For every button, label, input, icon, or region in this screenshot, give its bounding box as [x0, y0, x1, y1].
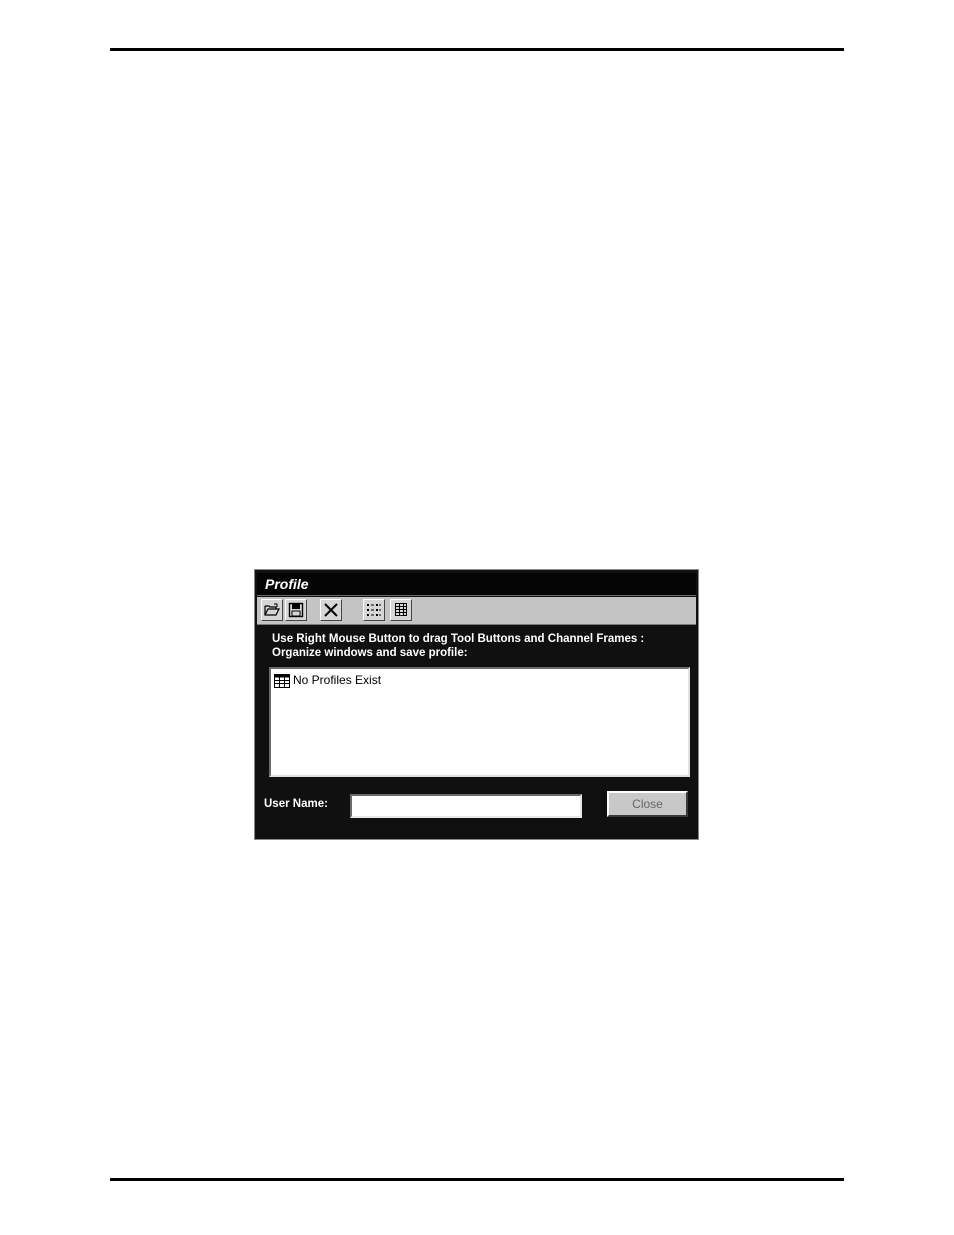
- list-item-label: No Profiles Exist: [293, 673, 382, 687]
- user-name-input[interactable]: [350, 794, 582, 818]
- footer-rule: [110, 1178, 844, 1181]
- header-rule: [110, 48, 844, 51]
- user-name-label: User Name:: [264, 798, 328, 810]
- delete-profile-button[interactable]: [320, 599, 342, 621]
- folder-open-icon: [264, 603, 280, 616]
- floppy-disk-icon: [288, 602, 304, 618]
- list-view-icon: [367, 604, 381, 616]
- toolbar: [257, 597, 696, 625]
- list-view-button[interactable]: [363, 599, 385, 621]
- close-button[interactable]: Close: [607, 791, 688, 817]
- open-profile-button[interactable]: [261, 599, 283, 621]
- instructions-line-2: Organize windows and save profile:: [272, 647, 468, 659]
- x-icon: [324, 603, 338, 617]
- instructions-line-1: Use Right Mouse Button to drag Tool Butt…: [272, 633, 645, 645]
- details-view-icon: [395, 603, 407, 616]
- profile-window: Profile Use Right Mouse Button to drag T…: [254, 569, 699, 840]
- title-bar[interactable]: Profile: [257, 573, 696, 596]
- instructions-text: Use Right Mouse Button to drag Tool Butt…: [272, 632, 692, 660]
- save-profile-button[interactable]: [285, 599, 307, 621]
- details-view-button[interactable]: [390, 599, 412, 621]
- window-title: Profile: [265, 576, 309, 592]
- profiles-list[interactable]: No Profiles Exist: [269, 667, 690, 777]
- table-icon: [274, 674, 290, 688]
